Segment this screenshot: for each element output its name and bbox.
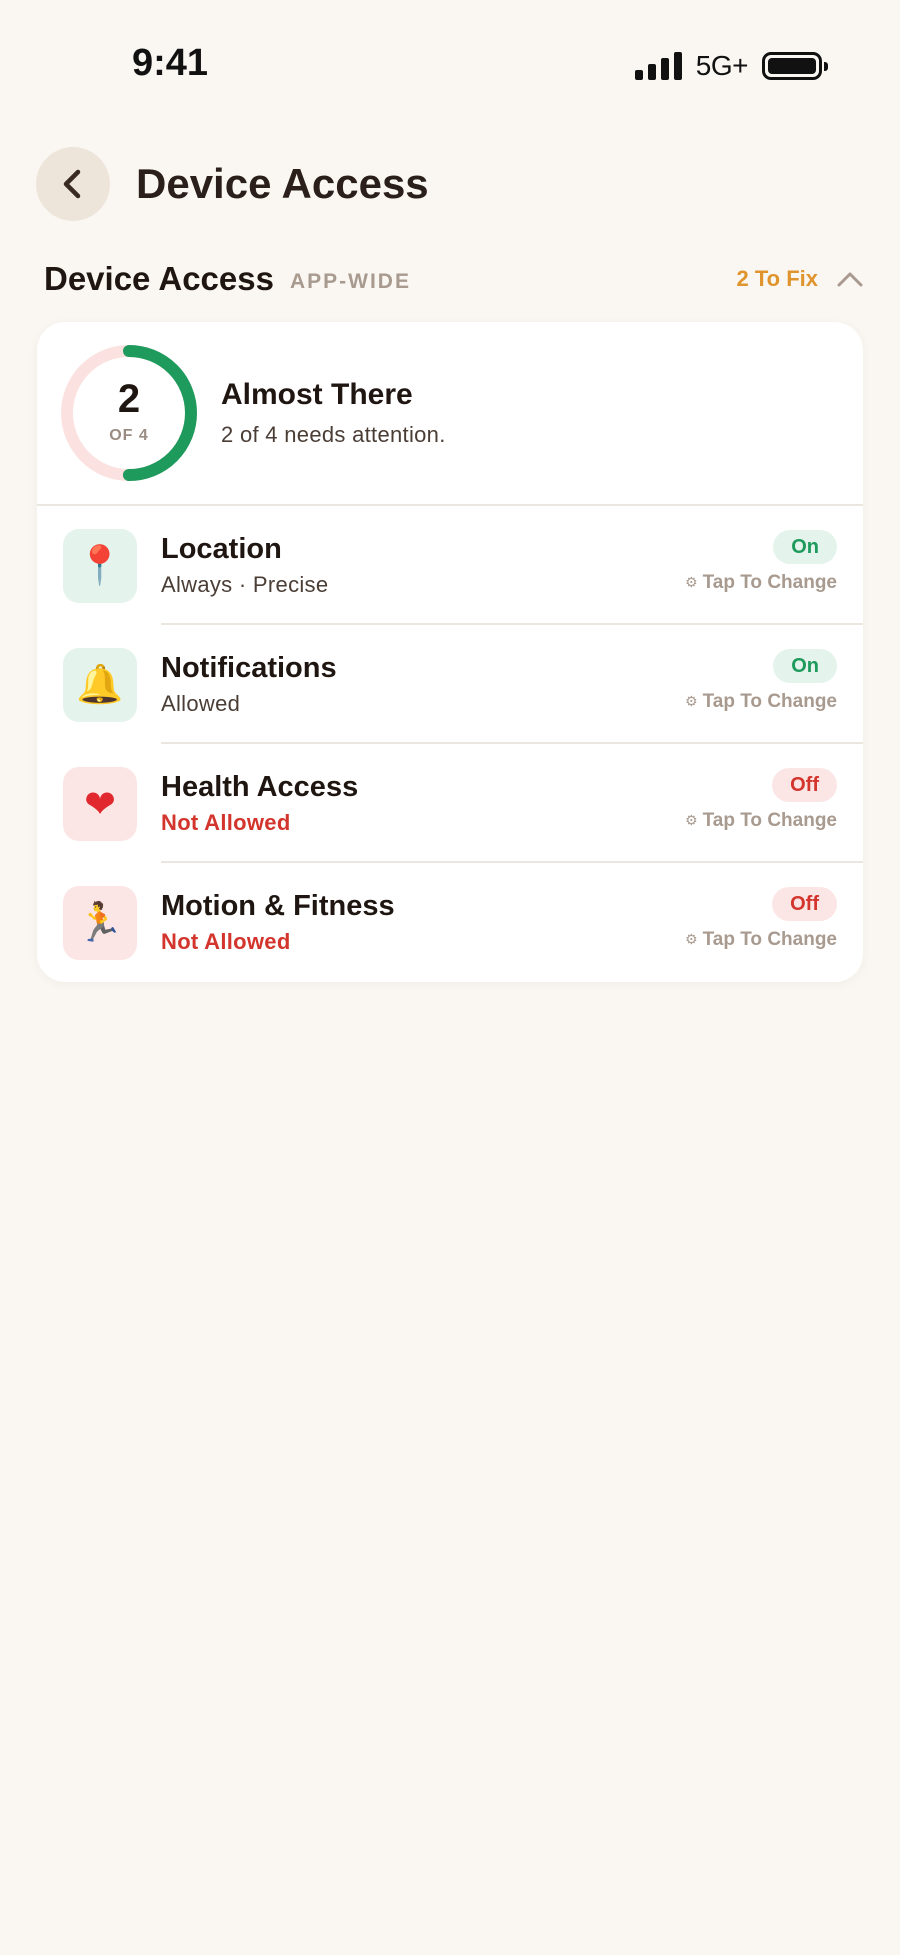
permission-row-motion[interactable]: 🏃 Motion & Fitness Not Allowed Off ⚙ Tap… [37, 863, 863, 982]
chevron-up-icon [836, 269, 864, 289]
status-indicators: 5G+ [634, 50, 828, 82]
section-header: Device Access APP-WIDE 2 To Fix [44, 254, 864, 304]
back-button[interactable] [36, 147, 110, 221]
progress-total: OF 4 [109, 427, 149, 444]
summary-header: 2 OF 4 Almost There 2 of 4 needs attenti… [37, 322, 863, 506]
status-badge: On [773, 530, 837, 564]
status-badge: Off [772, 768, 837, 802]
signal-icon [634, 52, 682, 80]
battery-icon [762, 52, 828, 80]
network-label: 5G+ [695, 50, 749, 81]
permission-name: Health Access [161, 771, 359, 803]
bell-icon: 🔔 [63, 647, 137, 722]
tap-to-change-label: Tap To Change [702, 691, 837, 712]
nav-bar: Device Access [36, 146, 864, 222]
section-title: Device Access [44, 260, 274, 297]
permission-name: Motion & Fitness [161, 890, 395, 922]
status-badge: Off [772, 887, 837, 921]
permission-status: Always · Precise [161, 572, 329, 597]
gear-icon: ⚙ [685, 575, 698, 591]
permission-status: Allowed [161, 691, 241, 716]
tap-to-change-link[interactable]: ⚙ Tap To Change [685, 929, 837, 951]
chevron-left-icon [63, 169, 81, 199]
permission-status: Not Allowed [161, 929, 291, 954]
runner-icon: 🏃 [63, 885, 137, 960]
status-time: 9:41 [132, 42, 209, 84]
tap-to-change-label: Tap To Change [702, 572, 837, 593]
progress-ring: 2 OF 4 [59, 343, 199, 483]
pin-icon: 📍 [63, 528, 137, 603]
heart-icon: ❤ [63, 766, 137, 841]
gear-icon: ⚙ [685, 932, 698, 948]
gear-icon: ⚙ [685, 813, 698, 829]
page-title: Device Access [136, 160, 429, 207]
permission-row-notifications[interactable]: 🔔 Notifications Allowed On ⚙ Tap To Chan… [37, 625, 863, 744]
permission-name: Notifications [161, 652, 337, 684]
tap-to-change-link[interactable]: ⚙ Tap To Change [685, 691, 837, 713]
collapse-toggle[interactable]: 2 To Fix [737, 266, 865, 292]
permission-name: Location [161, 533, 282, 565]
status-badge: On [773, 649, 837, 683]
fix-count-label: 2 To Fix [736, 266, 819, 291]
tap-to-change-label: Tap To Change [702, 929, 837, 950]
tap-to-change-link[interactable]: ⚙ Tap To Change [685, 572, 837, 594]
gear-icon: ⚙ [685, 694, 698, 710]
permissions-card: 2 OF 4 Almost There 2 of 4 needs attenti… [37, 322, 863, 982]
status-bar: 9:41 5G+ [0, 0, 900, 130]
progress-count: 2 [117, 377, 141, 421]
tap-to-change-label: Tap To Change [702, 810, 837, 831]
section-tag: APP-WIDE [289, 270, 411, 293]
summary-title: Almost There [221, 378, 413, 411]
permission-row-health[interactable]: ❤ Health Access Not Allowed Off ⚙ Tap To… [37, 744, 863, 863]
tap-to-change-link[interactable]: ⚙ Tap To Change [685, 810, 837, 832]
permission-status: Not Allowed [161, 810, 291, 835]
permission-row-location[interactable]: 📍 Location Always · Precise On ⚙ Tap To … [37, 506, 863, 625]
summary-subtitle: 2 of 4 needs attention. [221, 422, 446, 447]
permission-list: 📍 Location Always · Precise On ⚙ Tap To … [37, 506, 863, 982]
